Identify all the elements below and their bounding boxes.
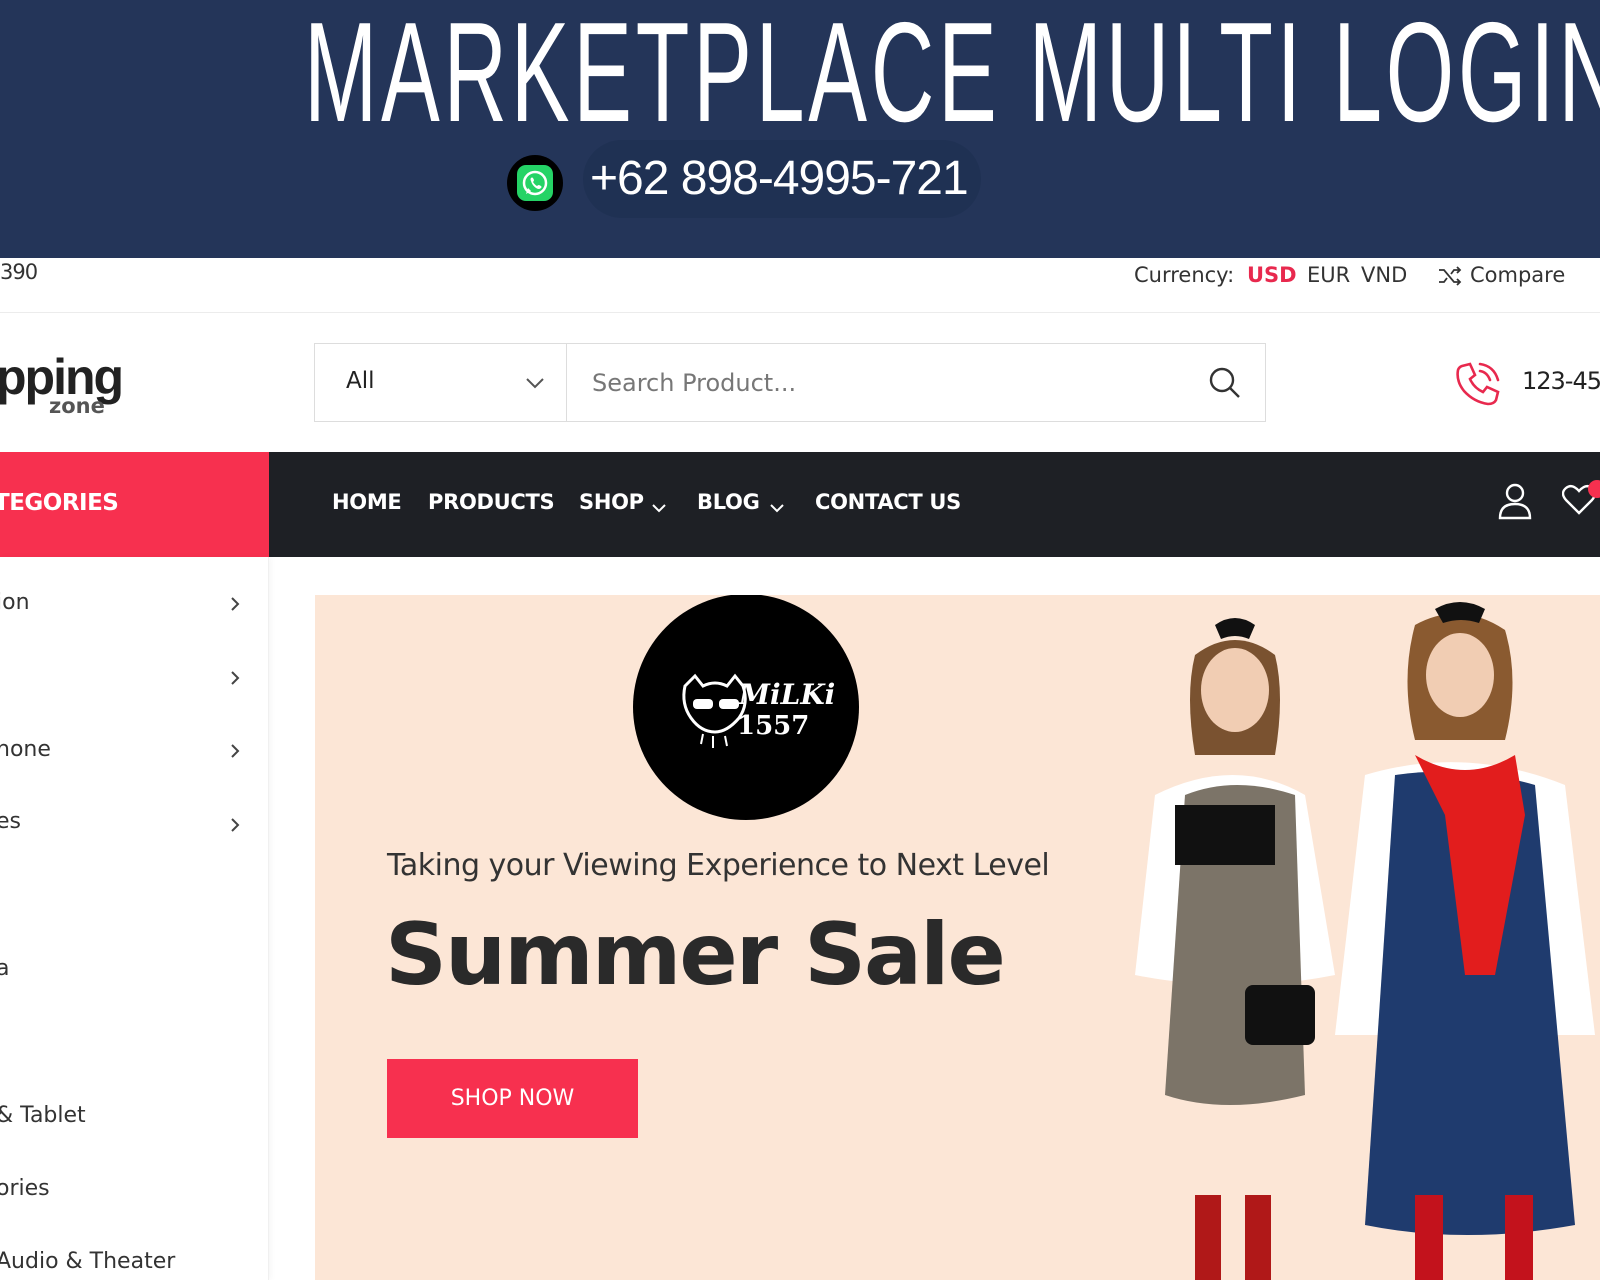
brand-logo-line-1: MiLKi (738, 678, 835, 711)
sidebar-item[interactable]: ion (0, 590, 30, 615)
search-category-label: All (346, 368, 375, 394)
user-icon[interactable] (1498, 482, 1532, 524)
hero-banner[interactable]: MiLKi 1557 Taking your Viewing Experienc… (315, 595, 1600, 1280)
compare-link[interactable]: Compare (1470, 263, 1565, 287)
chevron-down-icon (770, 498, 784, 517)
chevron-right-icon (230, 596, 240, 616)
whatsapp-icon[interactable] (507, 155, 563, 211)
category-sidebar: ion hone es a & Tablet ories Audio & The… (0, 557, 269, 1280)
all-categories-label: TEGORIES (0, 490, 119, 516)
nav-shop[interactable]: SHOP (579, 490, 644, 514)
chevron-down-icon (652, 498, 666, 517)
hero-models-image (1135, 602, 1595, 1280)
currency-label: Currency: (1134, 263, 1235, 287)
sidebar-item[interactable]: hone (0, 737, 51, 762)
hero-subtitle: Taking your Viewing Experience to Next L… (387, 848, 1050, 883)
chevron-right-icon (230, 670, 240, 690)
all-categories-button[interactable]: TEGORIES (0, 452, 269, 557)
topbar-phone: 390 (0, 260, 38, 284)
search-input[interactable] (568, 344, 1168, 421)
site-logo-subtext: zone (49, 394, 105, 418)
nav-products[interactable]: PRODUCTS (428, 490, 555, 514)
hero-title: Summer Sale (385, 905, 1006, 1005)
sidebar-item[interactable]: a (0, 956, 9, 981)
nav-home[interactable]: HOME (332, 490, 402, 514)
promo-phone[interactable]: +62 898-4995-721 (590, 150, 969, 208)
phone-icon (1450, 356, 1506, 416)
promo-banner: MARKETPLACE MULTI LOGIN +62 898-4995-721 (0, 0, 1600, 258)
search-icon[interactable] (1208, 366, 1242, 404)
brand-logo: MiLKi 1557 (633, 595, 859, 820)
chevron-right-icon (230, 817, 240, 837)
brand-logo-line-2: 1557 (737, 711, 809, 741)
promo-title: MARKETPLACE MULTI LOGIN (304, 0, 1600, 152)
sidebar-item[interactable]: Audio & Theater (0, 1249, 175, 1274)
search-category-select[interactable]: All (315, 344, 567, 421)
search-bar: All (314, 343, 1266, 422)
nav-contact-us[interactable]: CONTACT US (815, 490, 961, 514)
chevron-down-icon (525, 374, 545, 393)
chevron-right-icon (230, 743, 240, 763)
nav-blog[interactable]: BLOG (697, 490, 760, 514)
sidebar-item[interactable]: es (0, 809, 21, 834)
currency-eur[interactable]: EUR (1307, 263, 1350, 287)
currency-vnd[interactable]: VND (1361, 263, 1407, 287)
shop-now-button[interactable]: SHOP NOW (387, 1059, 638, 1138)
header-phone[interactable]: 123-45 (1522, 367, 1600, 395)
sidebar-item[interactable]: & Tablet (0, 1103, 86, 1128)
main-navbar: TEGORIES HOME PRODUCTS SHOP BLOG CONTACT… (0, 452, 1600, 557)
top-info-bar: 390 Currency: USD EUR VND Compare (0, 258, 1600, 313)
shuffle-icon[interactable] (1438, 266, 1462, 291)
wishlist-badge (1588, 480, 1600, 498)
sidebar-item[interactable]: ories (0, 1176, 50, 1201)
currency-usd[interactable]: USD (1247, 263, 1297, 287)
